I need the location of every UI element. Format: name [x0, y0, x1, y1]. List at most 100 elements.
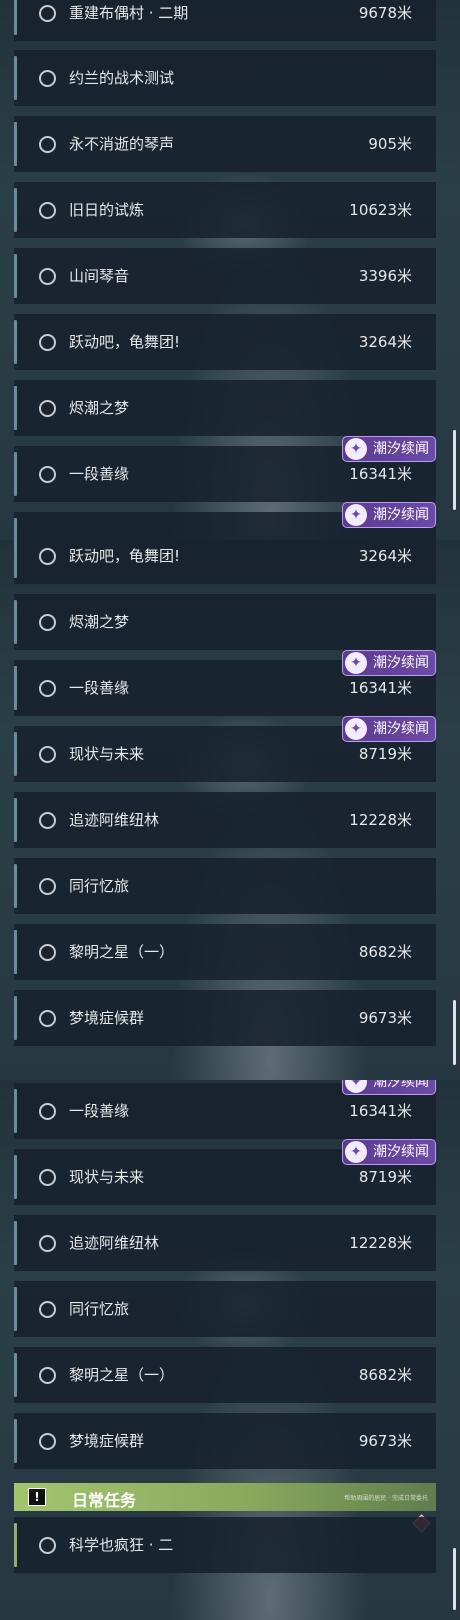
badge-label: 潮汐续闻	[373, 655, 429, 671]
quest-row[interactable]: ✦ 潮汐续闻 一段善缘 16341米	[14, 650, 436, 716]
quest-row[interactable]: 追迹阿维纽林 12228米	[14, 792, 436, 848]
quest-status-circle-icon	[39, 614, 56, 631]
quest-title: 追迹阿维纽林	[69, 811, 160, 829]
quest-status-circle-icon	[39, 746, 56, 763]
quest-list-screen-3: ✦ 潮汐续闻 一段善缘 16341米 ✦ 潮汐续闻 现状与未来 8719米 追迹阿维…	[0, 1080, 460, 1620]
quest-row[interactable]: ✦ 潮汐续闻	[14, 502, 436, 540]
quest-title: 跃动吧，龟舞团!	[69, 333, 181, 351]
quest-distance: 9673米	[358, 1009, 412, 1027]
quest-title: 永不消逝的琴声	[69, 135, 175, 153]
quest-distance: 12228米	[349, 811, 412, 829]
quest-row[interactable]: 跃动吧，龟舞团! 3264米	[14, 314, 436, 370]
quest-distance: 3396米	[358, 267, 412, 285]
quest-title: 烬潮之梦	[69, 399, 130, 417]
exclamation-icon: !	[28, 1488, 46, 1506]
quest-title: 黎明之星（一）	[69, 1366, 175, 1384]
quest-row[interactable]: 烬潮之梦	[14, 380, 436, 436]
quest-row[interactable]: 梦境症候群 9673米	[14, 990, 436, 1046]
quest-distance: 10623米	[349, 201, 412, 219]
quest-distance: 8719米	[358, 1168, 412, 1186]
quest-distance: 8682米	[358, 943, 412, 961]
quest-status-circle-icon	[39, 136, 56, 153]
tide-sequel-badge: ✦ 潮汐续闻	[342, 650, 436, 676]
quest-status-circle-icon	[39, 812, 56, 829]
quest-row[interactable]: ✦ 潮汐续闻 现状与未来 8719米	[14, 716, 436, 782]
quest-status-circle-icon	[39, 1169, 56, 1186]
quest-title: 现状与未来	[69, 745, 145, 763]
quest-row[interactable]: ✦ 潮汐续闻 一段善缘 16341米	[14, 1080, 436, 1139]
quest-status-circle-icon	[39, 334, 56, 351]
quest-status-circle-icon	[39, 1537, 56, 1554]
quest-title: 旧日的试炼	[69, 201, 145, 219]
tide-sequel-badge: ✦ 潮汐续闻	[342, 716, 436, 742]
quest-row[interactable]: 重建布偶村 · 二期 9678米	[14, 0, 436, 41]
quest-row[interactable]: 约兰的战术测试	[14, 50, 436, 106]
feather-icon: ✦	[345, 652, 367, 674]
badge-label: 潮汐续闻	[373, 507, 429, 523]
quest-status-circle-icon	[39, 70, 56, 87]
quest-title: 一段善缘	[69, 679, 130, 697]
quest-status-circle-icon	[39, 1367, 56, 1384]
section-subtitle: 帮助周围的居民 · 完成日常委托	[344, 1495, 428, 1502]
quest-status-circle-icon	[39, 5, 56, 22]
quest-row[interactable]: ✦ 潮汐续闻 现状与未来 8719米	[14, 1139, 436, 1205]
tide-sequel-badge: ✦ 潮汐续闻	[342, 436, 436, 462]
scrollbar-thumb[interactable]	[453, 1548, 456, 1610]
section-title: 日常任务	[72, 1491, 137, 1510]
quest-row[interactable]: 永不消逝的琴声 905米	[14, 116, 436, 172]
quest-row[interactable]: 跃动吧，龟舞团! 3264米	[14, 540, 436, 584]
quest-distance: 3264米	[358, 333, 412, 351]
feather-icon: ✦	[345, 1080, 367, 1093]
quest-distance: 3264米	[358, 547, 412, 565]
quest-list-screen-1: 重建布偶村 · 二期 9678米 约兰的战术测试 永不消逝的琴声 905米 旧日…	[0, 0, 460, 540]
quest-distance: 12228米	[349, 1234, 412, 1252]
quest-row[interactable]: 黎明之星（一） 8682米	[14, 924, 436, 980]
quest-status-circle-icon	[39, 878, 56, 895]
quest-title: 梦境症候群	[69, 1009, 145, 1027]
quest-row[interactable]: 同行忆旅	[14, 1281, 436, 1337]
quest-row[interactable]: 烬潮之梦	[14, 594, 436, 650]
badge-label: 潮汐续闻	[373, 441, 429, 457]
quest-title: 跃动吧，龟舞团!	[69, 547, 181, 565]
scrollbar-thumb[interactable]	[453, 1000, 456, 1065]
quest-status-circle-icon	[39, 1010, 56, 1027]
quest-status-circle-icon	[39, 548, 56, 565]
quest-title: 现状与未来	[69, 1168, 145, 1186]
quest-row[interactable]: 追迹阿维纽林 12228米	[14, 1215, 436, 1271]
quest-title: 同行忆旅	[69, 1300, 130, 1318]
tide-sequel-badge: ✦ 潮汐续闻	[342, 502, 436, 528]
quest-title: 一段善缘	[69, 1102, 130, 1120]
quest-row[interactable]: ✦ 潮汐续闻 一段善缘 16341米	[14, 436, 436, 502]
tide-sequel-badge: ✦ 潮汐续闻	[342, 1080, 436, 1095]
quest-distance: 8719米	[358, 745, 412, 763]
quest-title: 一段善缘	[69, 465, 130, 483]
quest-distance: 8682米	[358, 1366, 412, 1384]
quest-status-circle-icon	[39, 1235, 56, 1252]
quest-distance: 9678米	[358, 4, 412, 22]
quest-row[interactable]: 同行忆旅	[14, 858, 436, 914]
quest-status-circle-icon	[39, 1103, 56, 1120]
quest-title: 梦境症候群	[69, 1432, 145, 1450]
daily-quests-section-header[interactable]: ! 日常任务 帮助周围的居民 · 完成日常委托	[14, 1483, 436, 1533]
badge-label: 潮汐续闻	[373, 721, 429, 737]
quest-row[interactable]: 旧日的试炼 10623米	[14, 182, 436, 238]
quest-distance: 9673米	[358, 1432, 412, 1450]
quest-distance: 905米	[368, 135, 412, 153]
quest-row[interactable]: 科学也疯狂 · 二	[14, 1517, 436, 1573]
quest-list-screen-2: 跃动吧，龟舞团! 3264米 烬潮之梦 ✦ 潮汐续闻 一段善缘 16341米 ✦ 潮…	[0, 540, 460, 1080]
quest-status-circle-icon	[39, 466, 56, 483]
quest-distance: 16341米	[349, 465, 412, 483]
quest-title: 约兰的战术测试	[69, 69, 175, 87]
quest-title: 山间琴音	[69, 267, 130, 285]
quest-row[interactable]: 梦境症候群 9673米	[14, 1413, 436, 1469]
quest-status-circle-icon	[39, 202, 56, 219]
quest-status-circle-icon	[39, 680, 56, 697]
quest-row[interactable]: 黎明之星（一） 8682米	[14, 1347, 436, 1403]
quest-title: 黎明之星（一）	[69, 943, 175, 961]
feather-icon: ✦	[345, 1141, 367, 1163]
scrollbar-thumb[interactable]	[453, 430, 456, 510]
quest-row[interactable]: 山间琴音 3396米	[14, 248, 436, 304]
quest-status-circle-icon	[39, 400, 56, 417]
feather-icon: ✦	[345, 438, 367, 460]
quest-status-circle-icon	[39, 944, 56, 961]
